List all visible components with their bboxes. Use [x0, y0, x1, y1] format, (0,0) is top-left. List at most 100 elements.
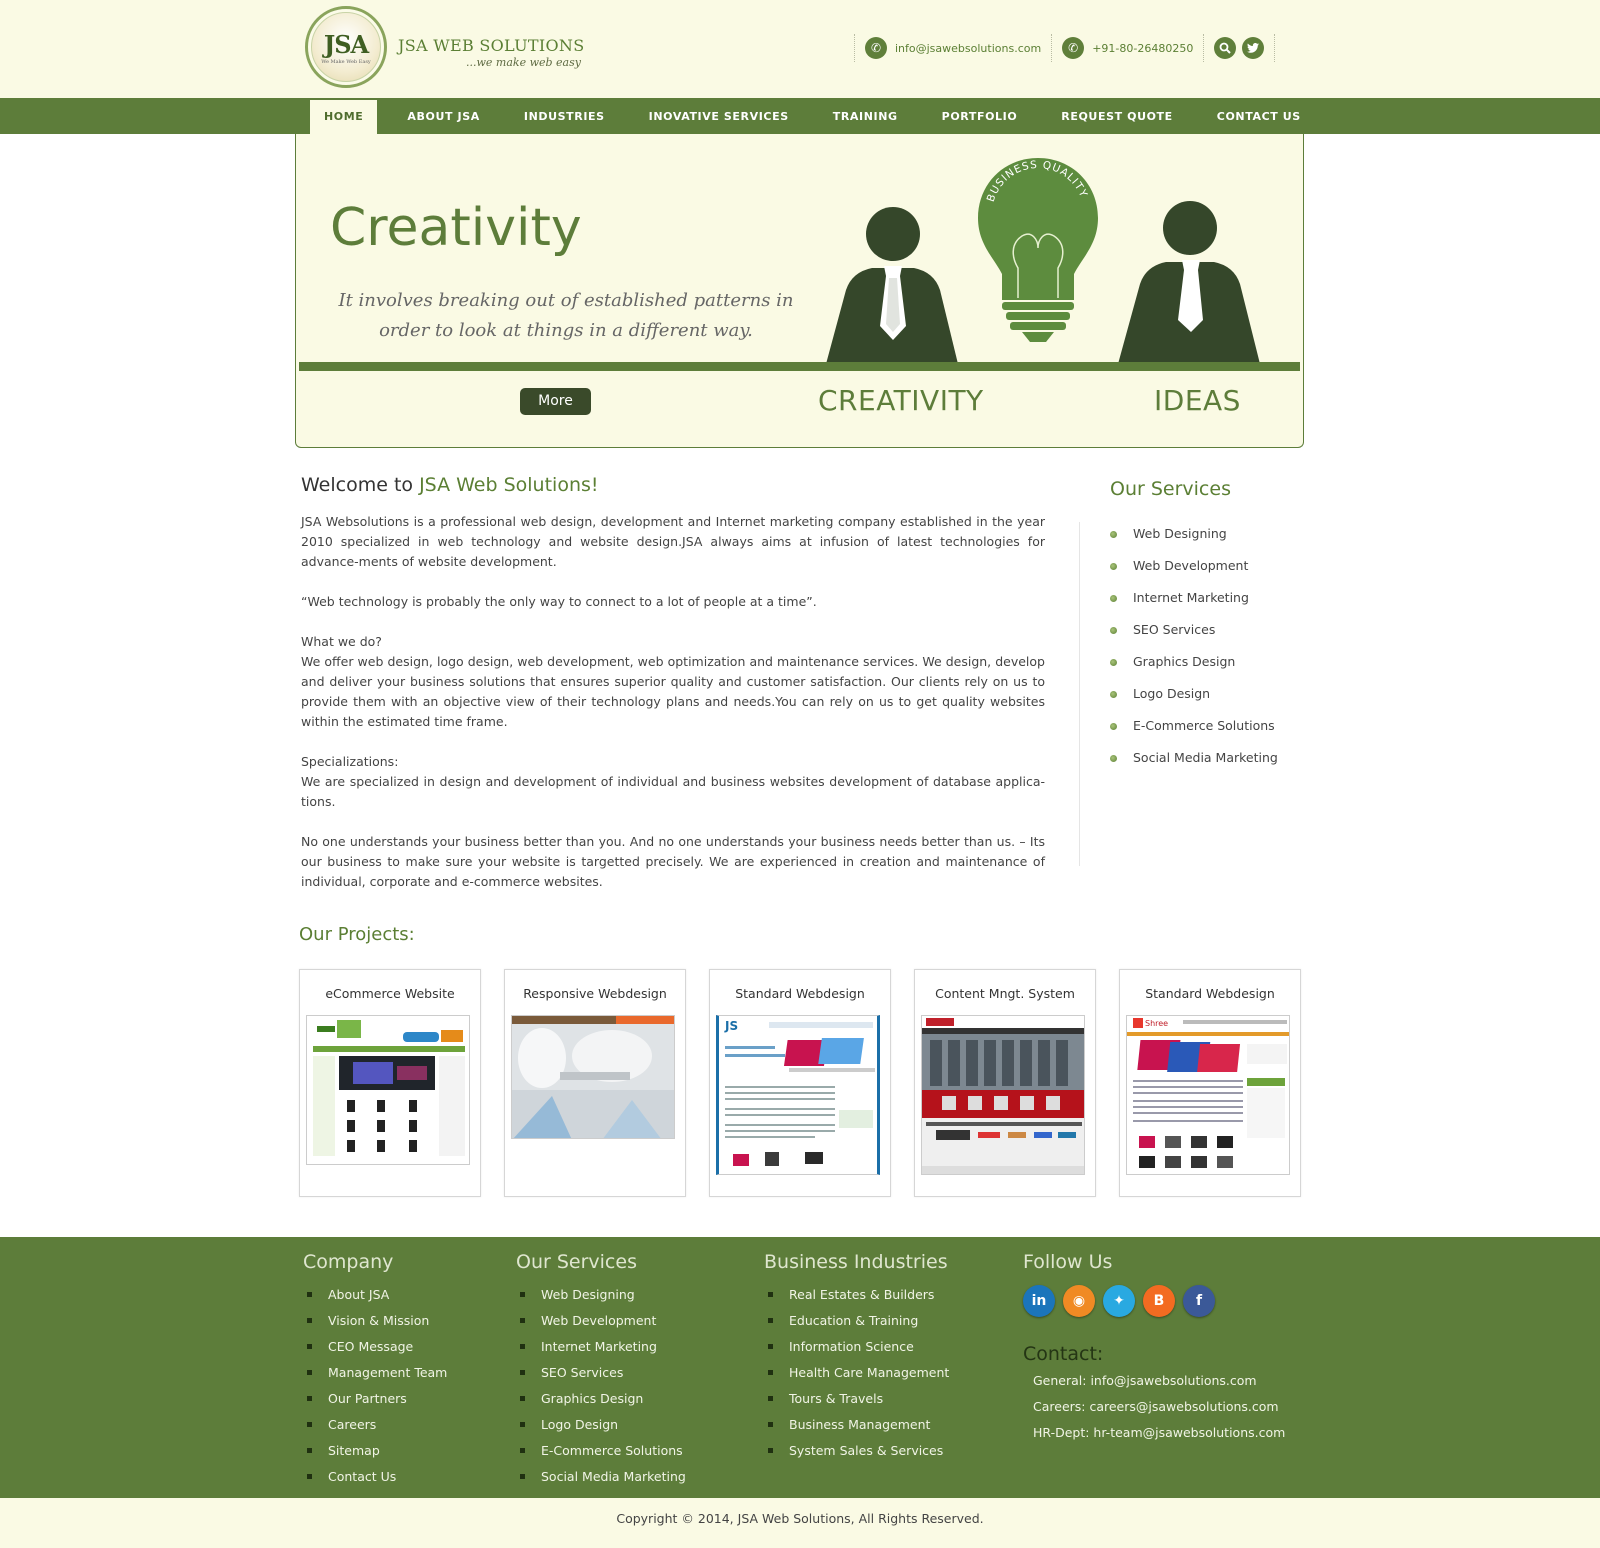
intro-paragraph: No one understands your business better …	[301, 834, 1045, 889]
footer-link[interactable]: Contact Us	[303, 1463, 447, 1489]
project-card[interactable]: Responsive Webdesign	[504, 969, 686, 1197]
footer-link[interactable]: Education & Training	[764, 1307, 949, 1333]
search-icon[interactable]	[1214, 37, 1237, 59]
nav-request-quote[interactable]: REQUEST QUOTE	[1047, 100, 1187, 134]
project-thumbnail[interactable]: JS	[716, 1015, 880, 1175]
footer-link-label: Information Science	[789, 1338, 914, 1354]
square-bullet-icon	[307, 1421, 312, 1427]
footer-link[interactable]: E-Commerce Solutions	[516, 1437, 686, 1463]
footer-link[interactable]: Web Designing	[516, 1281, 686, 1307]
linkedin-icon[interactable]: in	[1023, 1285, 1055, 1317]
square-bullet-icon	[520, 1317, 525, 1323]
contact-hr[interactable]: HR-Dept: hr-team@jsawebsolutions.com	[1023, 1425, 1285, 1451]
footer-link[interactable]: Social Media Marketing	[516, 1463, 686, 1489]
project-name: Content Mngt. System	[935, 986, 1075, 1001]
footer-link[interactable]: CEO Message	[303, 1333, 447, 1359]
footer-link-label: Business Management	[789, 1416, 931, 1432]
service-item[interactable]: Web Development	[1110, 558, 1278, 590]
nav-portfolio[interactable]: PORTFOLIO	[928, 100, 1032, 134]
project-card[interactable]: eCommerce Website	[299, 969, 481, 1197]
footer-industries-list: Real Estates & Builders Education & Trai…	[764, 1281, 949, 1463]
footer-link[interactable]: Business Management	[764, 1411, 949, 1437]
bullet-icon	[1110, 723, 1117, 730]
more-button[interactable]: More	[520, 388, 591, 415]
main-nav: HOME ABOUT JSA INDUSTRIES INOVATIVE SERV…	[0, 98, 1600, 134]
service-item[interactable]: E-Commerce Solutions	[1110, 718, 1278, 750]
banner-word-ideas[interactable]: IDEAS	[1154, 384, 1241, 417]
header-phone-text: +91-80-26480250	[1092, 41, 1194, 55]
copyright: Copyright © 2014, JSA Web Solutions, All…	[0, 1498, 1600, 1548]
service-item[interactable]: Graphics Design	[1110, 654, 1278, 686]
nav-innovative-services[interactable]: INOVATIVE SERVICES	[635, 100, 803, 134]
intro-paragraph: “Web technology is probably the only way…	[301, 594, 817, 609]
projects-grid: eCommerce Website Responsive Webdesign S…	[299, 969, 1301, 1197]
footer-link[interactable]: Our Partners	[303, 1385, 447, 1411]
project-thumbnail[interactable]	[921, 1015, 1085, 1175]
project-thumbnail[interactable]	[306, 1015, 470, 1165]
welcome-heading: Welcome to JSA Web Solutions!	[301, 474, 599, 496]
footer-link[interactable]: Careers	[303, 1411, 447, 1437]
blogger-icon[interactable]: B	[1143, 1285, 1175, 1317]
service-label: E-Commerce Solutions	[1133, 718, 1275, 733]
rss-icon[interactable]: ◉	[1063, 1285, 1095, 1317]
project-name: Responsive Webdesign	[523, 986, 667, 1001]
footer-link-label: Sitemap	[328, 1442, 380, 1458]
header-phone[interactable]: ✆ +91-80-26480250	[1051, 34, 1203, 62]
footer-link[interactable]: Sitemap	[303, 1437, 447, 1463]
footer-link-label: System Sales & Services	[789, 1442, 944, 1458]
service-item[interactable]: Logo Design	[1110, 686, 1278, 718]
service-item[interactable]: SEO Services	[1110, 622, 1278, 654]
square-bullet-icon	[307, 1343, 312, 1349]
project-card[interactable]: Content Mngt. System	[914, 969, 1096, 1197]
service-item[interactable]: Web Designing	[1110, 526, 1278, 558]
footer-link[interactable]: Vision & Mission	[303, 1307, 447, 1333]
service-item[interactable]: Internet Marketing	[1110, 590, 1278, 622]
nav-training[interactable]: TRAINING	[819, 100, 912, 134]
footer-link[interactable]: Web Development	[516, 1307, 686, 1333]
footer-link[interactable]: Logo Design	[516, 1411, 686, 1437]
footer-link-label: Careers	[328, 1416, 377, 1432]
nav-home[interactable]: HOME	[310, 100, 378, 134]
footer-link[interactable]: Real Estates & Builders	[764, 1281, 949, 1307]
footer-link[interactable]: Internet Marketing	[516, 1333, 686, 1359]
twitter-icon[interactable]	[1242, 37, 1265, 59]
footer-link[interactable]: Graphics Design	[516, 1385, 686, 1411]
service-item[interactable]: Social Media Marketing	[1110, 750, 1278, 782]
nav-industries[interactable]: INDUSTRIES	[510, 100, 619, 134]
footer-link[interactable]: Health Care Management	[764, 1359, 949, 1385]
phone-icon: ✆	[1062, 37, 1085, 59]
project-thumbnail[interactable]	[511, 1015, 675, 1139]
footer-link[interactable]: SEO Services	[516, 1359, 686, 1385]
services-title: Our Services	[1110, 478, 1231, 500]
footer-link[interactable]: Information Science	[764, 1333, 949, 1359]
square-bullet-icon	[520, 1291, 525, 1297]
welcome-accent: JSA Web Solutions!	[419, 474, 599, 496]
twitter-icon[interactable]: ✦	[1103, 1285, 1135, 1317]
footer-link[interactable]: About JSA	[303, 1281, 447, 1307]
site-logo[interactable]: JSA We Make Web Easy	[305, 6, 387, 88]
project-thumbnail[interactable]: Shree	[1126, 1015, 1290, 1175]
footer-link[interactable]: System Sales & Services	[764, 1437, 949, 1463]
project-card[interactable]: Standard Webdesign Shree	[1119, 969, 1301, 1197]
project-card[interactable]: Standard Webdesign JS	[709, 969, 891, 1197]
bullet-icon	[1110, 531, 1117, 538]
banner-word-creativity[interactable]: CREATIVITY	[818, 384, 984, 417]
brand-tagline: ...we make web easy	[466, 56, 581, 69]
welcome-prefix: Welcome to	[301, 474, 420, 496]
nav-contact[interactable]: CONTACT US	[1203, 100, 1315, 134]
footer-link[interactable]: Management Team	[303, 1359, 447, 1385]
nav-items: HOME ABOUT JSA INDUSTRIES INOVATIVE SERV…	[310, 100, 1331, 134]
contact-careers[interactable]: Careers: careers@jsawebsolutions.com	[1023, 1399, 1285, 1425]
service-label: Internet Marketing	[1133, 590, 1249, 605]
brand-name[interactable]: JSA WEB SOLUTIONS	[398, 36, 584, 55]
contact-general[interactable]: General: info@jsawebsolutions.com	[1023, 1373, 1285, 1399]
footer-link[interactable]: Tours & Travels	[764, 1385, 949, 1411]
square-bullet-icon	[307, 1473, 312, 1479]
header-email[interactable]: ✆ info@jsawebsolutions.com	[854, 34, 1051, 62]
banner-title: Creativity	[330, 198, 582, 258]
footer-link-label: Vision & Mission	[328, 1312, 430, 1328]
square-bullet-icon	[520, 1395, 525, 1401]
nav-about[interactable]: ABOUT JSA	[393, 100, 493, 134]
footer-link-label: Management Team	[328, 1364, 448, 1380]
facebook-icon[interactable]: f	[1183, 1285, 1215, 1317]
